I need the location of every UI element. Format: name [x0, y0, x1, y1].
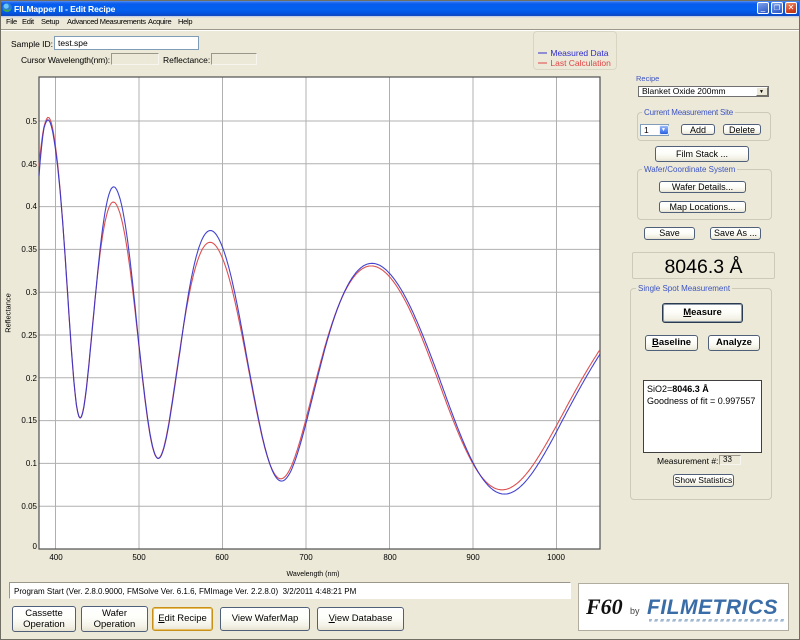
svg-text:0.45: 0.45: [21, 160, 37, 169]
svg-text:0.4: 0.4: [26, 202, 38, 211]
svg-text:1000: 1000: [547, 553, 565, 562]
svg-text:600: 600: [215, 553, 229, 562]
svg-text:0.15: 0.15: [21, 416, 37, 425]
svg-text:0: 0: [33, 542, 38, 551]
svg-text:700: 700: [299, 553, 313, 562]
svg-text:0.35: 0.35: [21, 245, 37, 254]
svg-text:0.05: 0.05: [21, 502, 37, 511]
svg-text:Reflectance: Reflectance: [4, 293, 13, 333]
svg-text:400: 400: [49, 553, 63, 562]
svg-text:0.5: 0.5: [26, 117, 38, 126]
svg-text:900: 900: [466, 553, 480, 562]
svg-text:0.1: 0.1: [26, 459, 38, 468]
svg-text:500: 500: [132, 553, 146, 562]
svg-text:Wavelength (nm): Wavelength (nm): [286, 571, 339, 578]
svg-text:800: 800: [383, 553, 397, 562]
svg-text:0.3: 0.3: [26, 288, 38, 297]
svg-text:0.2: 0.2: [26, 374, 38, 383]
svg-text:0.25: 0.25: [21, 331, 37, 340]
